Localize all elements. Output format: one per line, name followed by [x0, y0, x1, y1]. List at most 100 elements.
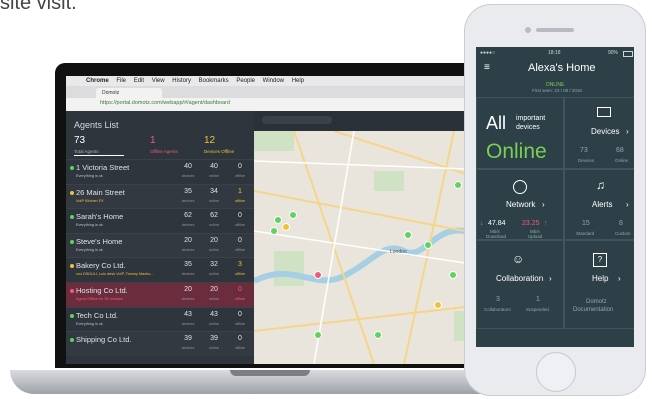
- menu-window[interactable]: Window: [263, 78, 284, 84]
- status-dot-icon: [70, 166, 74, 170]
- online-count: 68: [616, 147, 624, 154]
- online-count: 32: [210, 261, 218, 269]
- first-seen: First seen: 23 / 08 / 2016: [532, 88, 582, 93]
- upload-label: Upload: [528, 234, 543, 239]
- standard-count: 15: [582, 220, 590, 227]
- devices-label: devices: [181, 247, 195, 252]
- battery-icon: [623, 51, 633, 57]
- caption-fragment: site visit.: [0, 0, 77, 14]
- agent-name: Sarah's Home: [76, 212, 124, 222]
- offline-label: offline: [234, 223, 246, 228]
- offline-label: offline: [234, 198, 246, 203]
- standard-label: Standard: [576, 231, 595, 236]
- offline-label: offline: [234, 346, 246, 351]
- offline-label: offline: [234, 272, 246, 277]
- network-chevron-icon: ›: [542, 200, 545, 209]
- offline-count: 3: [238, 261, 242, 269]
- browser-tab[interactable]: Domotz: [96, 88, 162, 98]
- agents-list-title: Agents List: [74, 120, 119, 130]
- map-pin-icon[interactable]: [282, 223, 290, 231]
- online-label: online: [208, 297, 220, 301]
- agent-subtitle: Agent Offline for 35 minutes: [76, 297, 123, 301]
- devices-icon: [597, 107, 611, 117]
- online-label: online: [208, 346, 220, 351]
- map-pin-icon[interactable]: [314, 331, 322, 339]
- battery-text: 90%: [608, 50, 619, 56]
- alerts-chevron-icon: ›: [626, 200, 629, 209]
- signal-icon: ●●●●○: [480, 50, 496, 56]
- offline-count: 0: [238, 163, 242, 170]
- agent-name: Shipping Co Ltd.: [76, 335, 132, 345]
- suspended-count: 1: [536, 296, 540, 303]
- devices-label: devices: [181, 272, 195, 277]
- phone-time: 18:18: [548, 50, 561, 56]
- devices-count: 35: [184, 187, 192, 195]
- offline-label: offline: [234, 247, 246, 252]
- menu-view[interactable]: View: [152, 78, 165, 84]
- menu-bookmarks[interactable]: Bookmarks: [199, 78, 229, 84]
- home-button[interactable]: [536, 352, 576, 392]
- documentation-text[interactable]: Documentation: [573, 307, 613, 313]
- offline-count: 1: [238, 187, 242, 195]
- online-count: 40: [210, 163, 218, 170]
- online-count-label: Online: [615, 158, 629, 163]
- menu-people[interactable]: People: [236, 78, 255, 84]
- devices-word: devices: [516, 124, 540, 131]
- offline-count: 0: [238, 212, 242, 220]
- devices-count: 20: [184, 286, 192, 293]
- agent-subtitle: Everything is ok: [76, 223, 103, 228]
- help-chevron-icon: ›: [618, 274, 621, 283]
- phone-screen: ●●●●○ 18:18 90% ≡ Alexa's Home ONLINE Fi…: [476, 47, 634, 347]
- devices-label: devices: [181, 198, 195, 203]
- devices-offline-value: 12: [204, 135, 216, 146]
- online-count: 39: [210, 335, 218, 343]
- domotz-text[interactable]: Domotz: [586, 299, 607, 305]
- menu-history[interactable]: History: [172, 78, 191, 84]
- custom-label: Custom: [615, 231, 631, 236]
- offline-agents-label: Offline Agents: [150, 149, 178, 154]
- status-dot-icon: [70, 239, 74, 244]
- agent-name: Bakery Co Ltd.: [76, 261, 126, 271]
- agent-subtitle: Everything is ok: [76, 321, 103, 326]
- map-pin-icon[interactable]: [374, 331, 382, 339]
- help-label: Help: [592, 274, 609, 283]
- offline-count: 0: [238, 286, 242, 293]
- menu-app[interactable]: Chrome: [86, 78, 109, 84]
- map-pin-icon[interactable]: [454, 181, 462, 189]
- url-text[interactable]: https://portal.domotz.com/webapp/#/agent…: [100, 100, 230, 106]
- devices-label: devices: [181, 223, 195, 228]
- online-label: online: [208, 247, 220, 252]
- map-pin-icon[interactable]: [274, 216, 282, 224]
- devices-label: Devices: [591, 127, 620, 136]
- menu-icon[interactable]: ≡: [484, 62, 490, 73]
- offline-label: offline: [234, 321, 246, 326]
- devices-offline-label: Devices Offline: [204, 149, 235, 154]
- important-text: important: [516, 115, 546, 122]
- laptop-notch: [230, 370, 310, 376]
- online-count: 62: [210, 212, 218, 220]
- offline-label: offline: [234, 297, 246, 301]
- online-label: online: [208, 174, 220, 178]
- online-label: online: [208, 223, 220, 228]
- agent-name: Tech Co Ltd.: [76, 310, 119, 320]
- all-text: All: [486, 113, 507, 133]
- map-pin-icon[interactable]: [424, 241, 432, 249]
- map-pin-icon[interactable]: [449, 271, 457, 279]
- map-pin-icon[interactable]: [404, 231, 412, 239]
- custom-count: 8: [619, 220, 623, 227]
- map-pin-icon[interactable]: [270, 227, 278, 235]
- search-input[interactable]: [262, 116, 332, 124]
- map-pin-icon[interactable]: [434, 301, 442, 309]
- mac-menubar: Chrome File Edit View History Bookmarks …: [66, 76, 518, 86]
- devices-count: 40: [184, 163, 192, 170]
- menu-edit[interactable]: Edit: [134, 78, 144, 84]
- menu-file[interactable]: File: [116, 78, 126, 84]
- devices-count: 20: [184, 236, 192, 244]
- map-pin-icon[interactable]: [289, 211, 297, 219]
- devices-label: devices: [181, 346, 195, 351]
- online-label: online: [208, 198, 220, 203]
- phone-speaker: [536, 28, 574, 32]
- collaborators-label: Collaborators: [484, 307, 511, 312]
- menu-help[interactable]: Help: [292, 78, 304, 84]
- map-pin-icon[interactable]: [314, 271, 322, 279]
